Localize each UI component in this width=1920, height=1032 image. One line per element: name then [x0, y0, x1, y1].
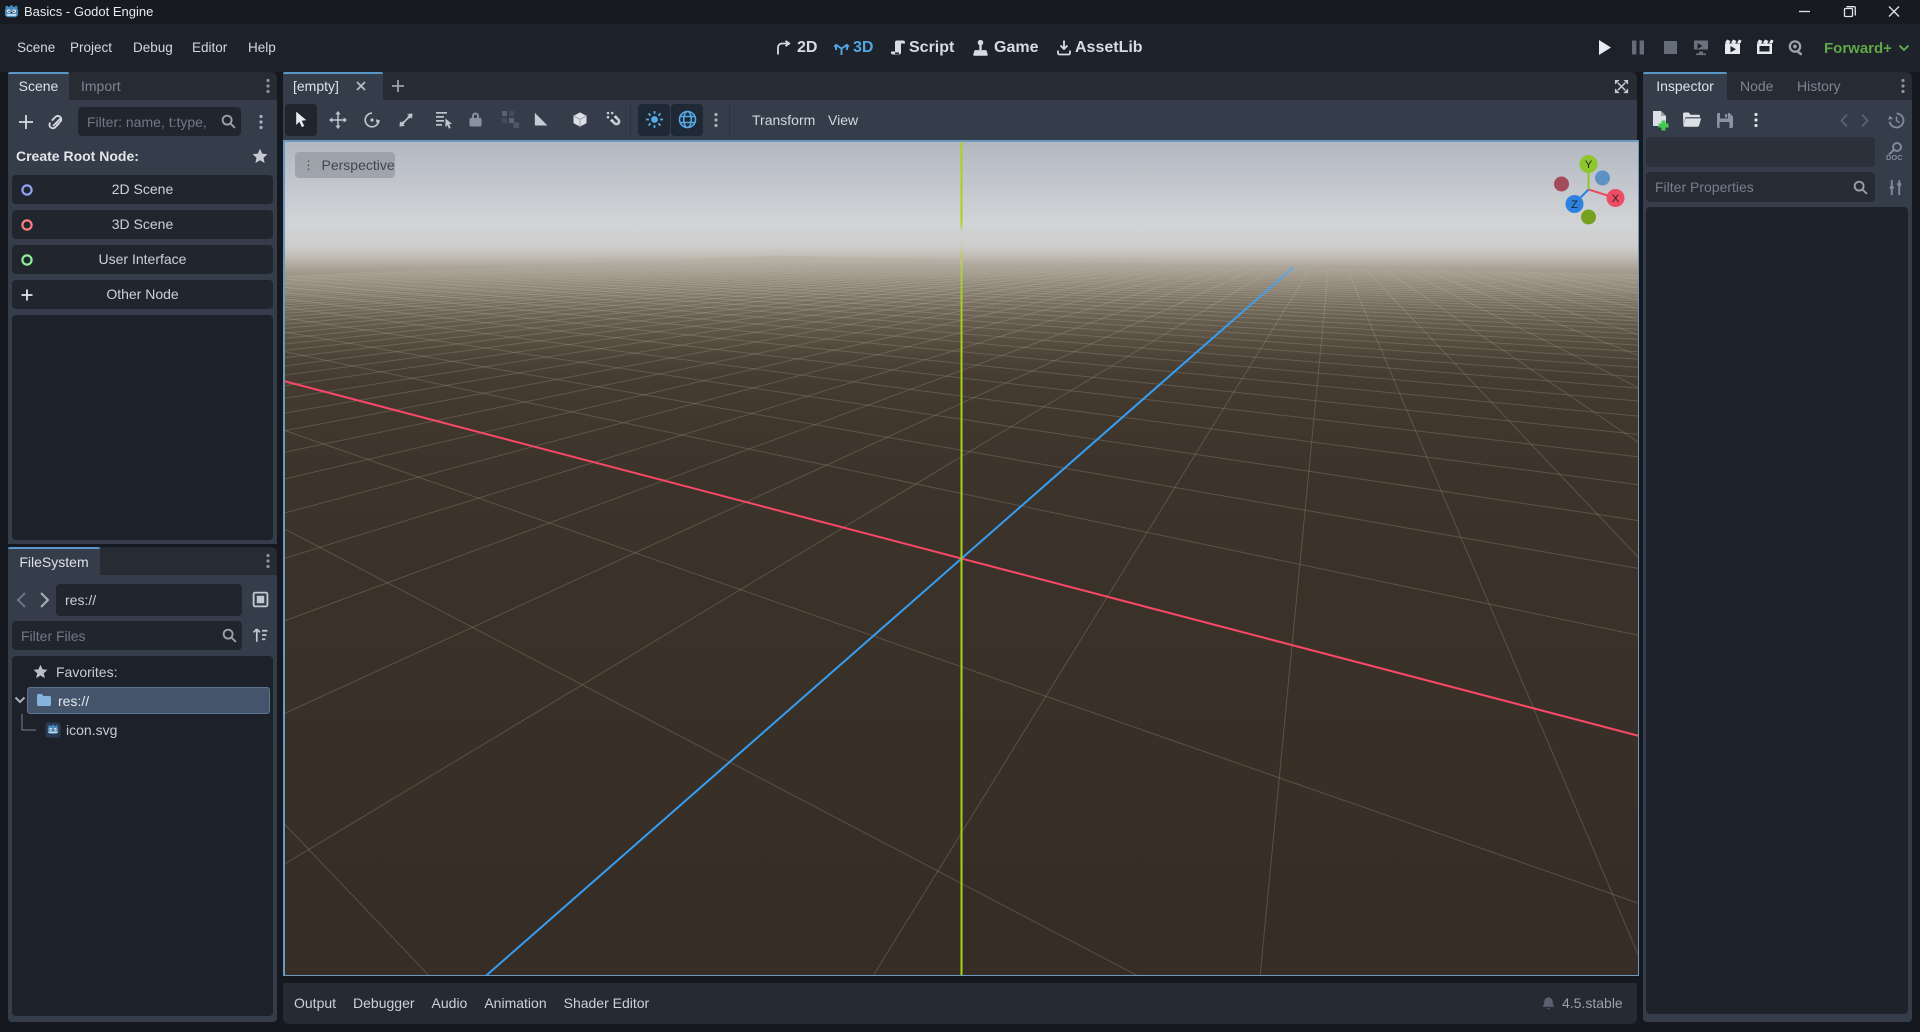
svg-text:Z: Z	[1571, 199, 1578, 211]
svg-text:DOC: DOC	[1886, 153, 1903, 162]
svg-text:X: X	[1611, 193, 1619, 205]
svg-text:Y: Y	[1584, 159, 1592, 171]
